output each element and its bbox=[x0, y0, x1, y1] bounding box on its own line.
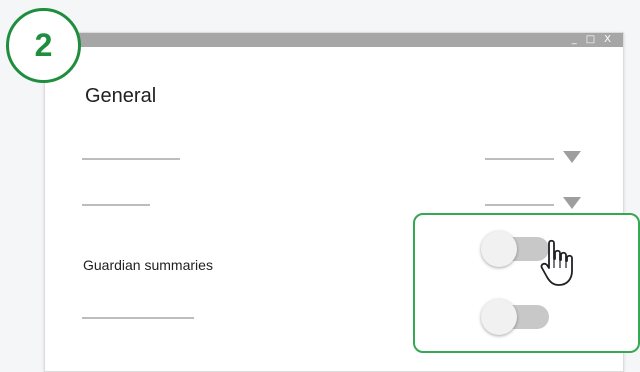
section-title: General bbox=[85, 85, 157, 107]
dropdown-arrow-icon[interactable] bbox=[563, 151, 581, 163]
setting-label-placeholder-1 bbox=[82, 158, 180, 160]
setting-value-placeholder-2[interactable] bbox=[485, 204, 554, 206]
maximize-button[interactable]: □ bbox=[586, 33, 595, 47]
pointer-hand-icon bbox=[540, 239, 573, 286]
setting-label-placeholder-2 bbox=[82, 204, 150, 206]
close-button[interactable]: X bbox=[604, 33, 611, 47]
secondary-toggle[interactable] bbox=[481, 299, 553, 335]
toggle-callout bbox=[413, 213, 640, 353]
window-titlebar: _ □ X bbox=[45, 33, 623, 47]
setting-value-placeholder-1[interactable] bbox=[485, 158, 554, 160]
guardian-summaries-label: Guardian summaries bbox=[83, 257, 213, 273]
setting-label-placeholder-4 bbox=[82, 317, 194, 319]
step-number-badge: 2 bbox=[6, 8, 81, 83]
toggle-knob bbox=[481, 299, 517, 335]
toggle-knob bbox=[481, 231, 517, 267]
step-number: 2 bbox=[34, 27, 53, 63]
dropdown-arrow-icon[interactable] bbox=[563, 197, 581, 209]
minimize-button[interactable]: _ bbox=[572, 33, 577, 47]
window-controls: _ □ X bbox=[572, 33, 611, 47]
